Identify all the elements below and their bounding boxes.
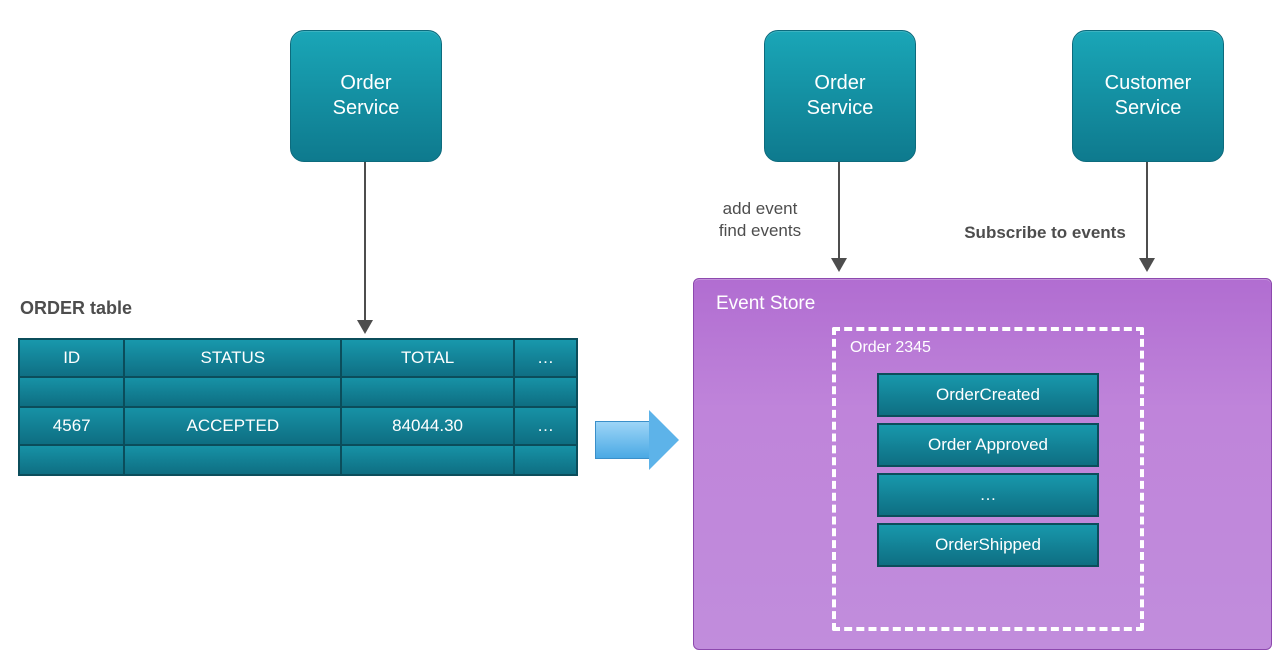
event-item: …	[877, 473, 1099, 517]
order-table: ID STATUS TOTAL … 4567 ACCEPTED 84044.30…	[18, 338, 578, 476]
order-service-box-left: OrderService	[290, 30, 442, 162]
order-table-caption: ORDER table	[20, 298, 132, 319]
order-service-label-left: OrderService	[333, 71, 400, 121]
event-item: OrderShipped	[877, 523, 1099, 567]
order-table-header-row: ID STATUS TOTAL …	[19, 339, 577, 377]
col-more: …	[514, 339, 577, 377]
customer-service-label: CustomerService	[1105, 71, 1192, 121]
event-item: OrderCreated	[877, 373, 1099, 417]
order-arrow-caption: add eventfind events	[700, 198, 820, 242]
arrow-head-customer	[1139, 258, 1155, 272]
transition-arrow-icon	[595, 410, 679, 470]
arrow-line-left	[364, 162, 366, 322]
table-row: 4567 ACCEPTED 84044.30 …	[19, 407, 577, 445]
order-group-title: Order 2345	[836, 331, 1140, 367]
arrow-line-order	[838, 162, 840, 260]
order-group-box: Order 2345 OrderCreated Order Approved ……	[832, 327, 1144, 631]
col-total: TOTAL	[341, 339, 514, 377]
table-row	[19, 445, 577, 475]
event-store-title: Event Store	[694, 279, 1271, 315]
arrow-line-customer	[1146, 162, 1148, 260]
col-id: ID	[19, 339, 124, 377]
col-status: STATUS	[124, 339, 341, 377]
order-service-label-right: OrderService	[807, 71, 874, 121]
customer-arrow-caption: Subscribe to events	[955, 222, 1135, 244]
arrow-head-order	[831, 258, 847, 272]
order-service-box-right: OrderService	[764, 30, 916, 162]
event-item: Order Approved	[877, 423, 1099, 467]
arrow-head-left	[357, 320, 373, 334]
event-store-box: Event Store Order 2345 OrderCreated Orde…	[693, 278, 1272, 650]
customer-service-box: CustomerService	[1072, 30, 1224, 162]
table-row	[19, 377, 577, 407]
